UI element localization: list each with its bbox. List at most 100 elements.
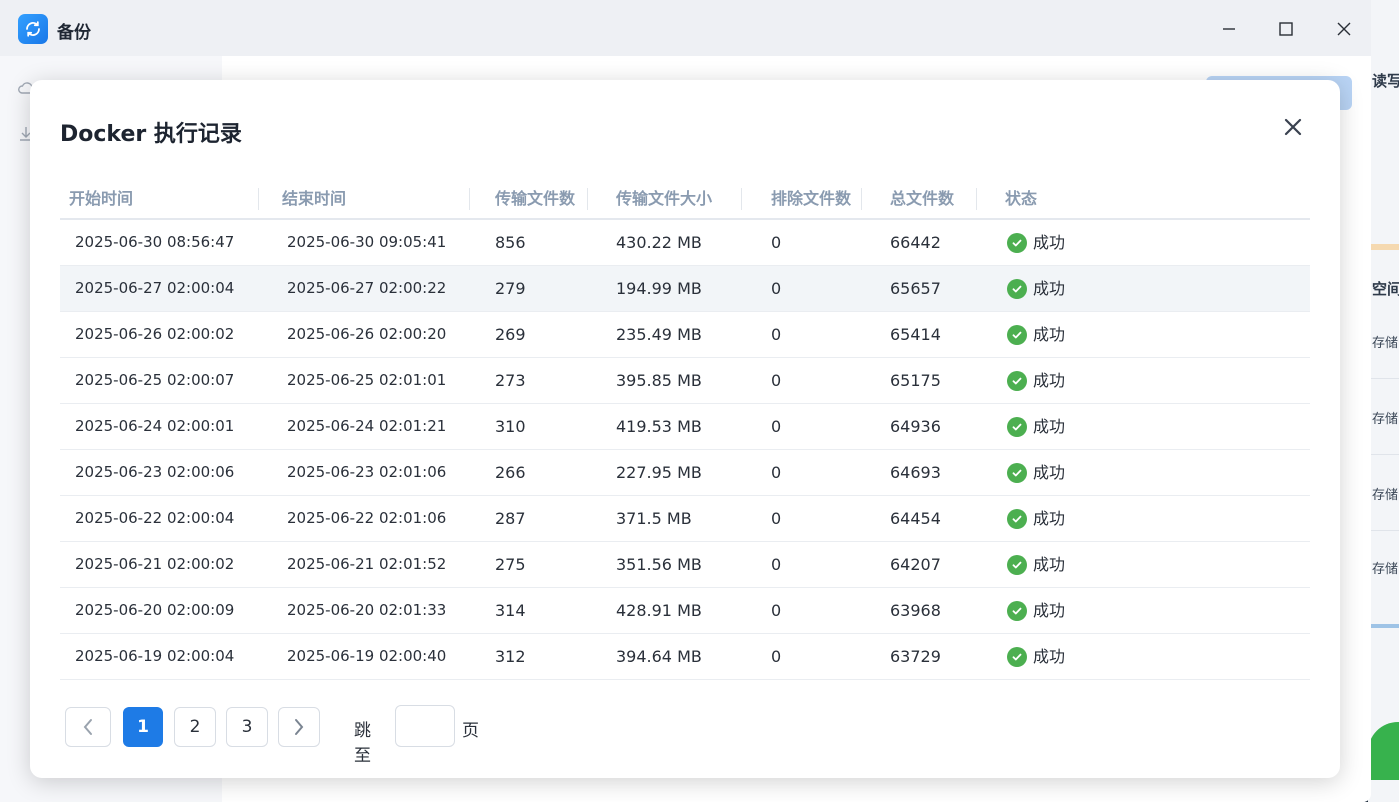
- check-circle-icon: [1007, 232, 1027, 253]
- column-header: 结束时间: [282, 186, 471, 212]
- total-files-cell: 65657: [890, 279, 941, 298]
- transfer-count-cell: 310: [495, 417, 526, 436]
- status-label: 成功: [1033, 233, 1066, 252]
- total-files-cell: 63729: [890, 647, 941, 666]
- table-row[interactable]: 2025-06-22 02:00:04 2025-06-22 02:01:06 28…: [60, 496, 1310, 542]
- total-files-cell: 64693: [890, 463, 941, 482]
- check-circle-icon: [1007, 462, 1027, 483]
- check-circle-icon: [1007, 370, 1027, 391]
- table-row[interactable]: 2025-06-23 02:00:06 2025-06-23 02:01:06 26…: [60, 450, 1310, 496]
- transfer-count-cell: 856: [495, 233, 526, 252]
- transfer-size-cell: 394.64 MB: [616, 647, 702, 666]
- dialog-title: Docker 执行记录: [60, 122, 242, 147]
- table-row[interactable]: 2025-06-27 02:00:04 2025-06-27 02:00:22 27…: [60, 266, 1310, 312]
- table-row[interactable]: 2025-06-24 02:00:01 2025-06-24 02:01:21 31…: [60, 404, 1310, 450]
- bg-divider: [1368, 530, 1399, 531]
- transfer-size-cell: 371.5 MB: [616, 509, 692, 528]
- transfer-count-cell: 287: [495, 509, 526, 528]
- transfer-size-cell: 430.22 MB: [616, 233, 702, 252]
- check-circle-icon: [1007, 554, 1027, 575]
- page-button-2[interactable]: 2: [174, 707, 216, 747]
- transfer-size-cell: 351.56 MB: [616, 555, 702, 574]
- next-page-button[interactable]: [278, 707, 320, 747]
- excluded-count-cell: 0: [771, 325, 782, 344]
- minimize-button[interactable]: [1214, 14, 1244, 44]
- column-header: 状态: [1005, 189, 1038, 208]
- bg-label: 存储: [1372, 412, 1399, 427]
- start-time-cell: 2025-06-27 02:00:04: [75, 279, 235, 297]
- bg-label: 存储: [1372, 488, 1399, 503]
- transfer-count-cell: 312: [495, 647, 526, 666]
- total-files-cell: 64454: [890, 509, 941, 528]
- bg-label: 存储: [1372, 336, 1399, 351]
- table-row[interactable]: 2025-06-20 02:00:09 2025-06-20 02:01:33 31…: [60, 588, 1310, 634]
- total-files-cell: 65414: [890, 325, 941, 344]
- status-label: 成功: [1033, 279, 1066, 298]
- excluded-count-cell: 0: [771, 233, 782, 252]
- end-time-cell: 2025-06-25 02:01:01: [287, 371, 447, 389]
- excluded-count-cell: 0: [771, 509, 782, 528]
- app-title: 备份: [57, 23, 91, 43]
- start-time-cell: 2025-06-19 02:00:04: [75, 647, 235, 665]
- page-button-3[interactable]: 3: [226, 707, 268, 747]
- transfer-size-cell: 395.85 MB: [616, 371, 702, 390]
- transfer-count-cell: 279: [495, 279, 526, 298]
- status-label: 成功: [1033, 371, 1066, 390]
- end-time-cell: 2025-06-30 09:05:41: [287, 233, 447, 251]
- excluded-count-cell: 0: [771, 279, 782, 298]
- start-time-cell: 2025-06-30 08:56:47: [75, 233, 235, 251]
- column-header: 传输文件数: [495, 186, 589, 212]
- dialog-close-button[interactable]: [1280, 114, 1306, 140]
- status-cell: 成功: [1007, 542, 1065, 587]
- window-close-button[interactable]: [1329, 14, 1359, 44]
- end-time-cell: 2025-06-24 02:01:21: [287, 417, 447, 435]
- column-header: 排除文件数: [771, 186, 863, 212]
- sync-icon: [18, 14, 48, 44]
- transfer-size-cell: 419.53 MB: [616, 417, 702, 436]
- table-row[interactable]: 2025-06-25 02:00:07 2025-06-25 02:01:01 27…: [60, 358, 1310, 404]
- start-time-cell: 2025-06-25 02:00:07: [75, 371, 235, 389]
- start-time-cell: 2025-06-24 02:00:01: [75, 417, 235, 435]
- transfer-count-cell: 269: [495, 325, 526, 344]
- table-row[interactable]: 2025-06-26 02:00:02 2025-06-26 02:00:20 26…: [60, 312, 1310, 358]
- page-button-1[interactable]: 1: [123, 707, 163, 747]
- table-row[interactable]: 2025-06-19 02:00:04 2025-06-19 02:00:40 31…: [60, 634, 1310, 680]
- excluded-count-cell: 0: [771, 601, 782, 620]
- excluded-count-cell: 0: [771, 417, 782, 436]
- excluded-count-cell: 0: [771, 555, 782, 574]
- total-files-cell: 65175: [890, 371, 941, 390]
- column-header: 总文件数: [890, 186, 978, 212]
- bg-band: [1368, 244, 1399, 250]
- end-time-cell: 2025-06-22 02:01:06: [287, 509, 447, 527]
- end-time-cell: 2025-06-27 02:00:22: [287, 279, 447, 297]
- transfer-count-cell: 266: [495, 463, 526, 482]
- column-header: 开始时间: [69, 186, 260, 212]
- bg-label: 存储: [1372, 562, 1399, 577]
- status-cell: 成功: [1007, 634, 1065, 679]
- transfer-count-cell: 314: [495, 601, 526, 620]
- table-row[interactable]: 2025-06-21 02:00:02 2025-06-21 02:01:52 27…: [60, 542, 1310, 588]
- excluded-count-cell: 0: [771, 371, 782, 390]
- excluded-count-cell: 0: [771, 463, 782, 482]
- start-time-cell: 2025-06-20 02:00:09: [75, 601, 235, 619]
- jump-label: 跳至: [354, 721, 371, 766]
- title-bar: 备份: [0, 0, 1371, 56]
- column-header: 传输文件大小: [616, 186, 743, 212]
- jump-page-input[interactable]: [395, 705, 455, 747]
- status-cell: 成功: [1007, 450, 1065, 495]
- close-icon: [1337, 22, 1351, 36]
- maximize-button[interactable]: [1271, 14, 1301, 44]
- bg-divider: [1368, 378, 1399, 379]
- table-body: 2025-06-30 08:56:47 2025-06-30 09:05:41 85…: [60, 220, 1310, 680]
- bg-divider: [1368, 454, 1399, 455]
- end-time-cell: 2025-06-23 02:01:06: [287, 463, 447, 481]
- close-icon: [1284, 118, 1302, 136]
- start-time-cell: 2025-06-23 02:00:06: [75, 463, 235, 481]
- status-label: 成功: [1033, 417, 1066, 436]
- table-row[interactable]: 2025-06-30 08:56:47 2025-06-30 09:05:41 85…: [60, 220, 1310, 266]
- status-label: 成功: [1033, 601, 1066, 620]
- prev-page-button[interactable]: [65, 707, 111, 747]
- table-header: 开始时间 结束时间 传输文件数 传输文件大小 排除文件数 总文件数 状态: [60, 180, 1310, 220]
- check-circle-icon: [1007, 324, 1027, 345]
- check-circle-icon: [1007, 508, 1027, 529]
